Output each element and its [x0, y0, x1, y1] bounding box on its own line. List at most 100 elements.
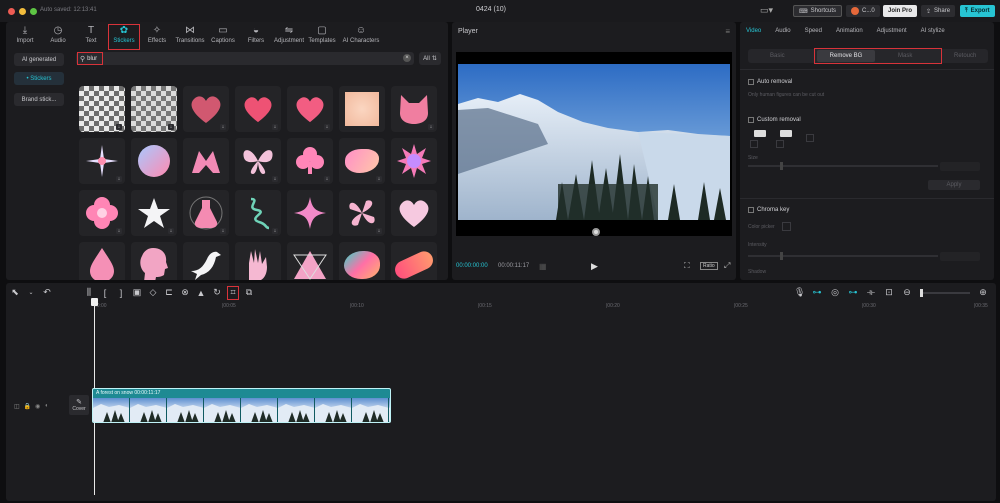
- undo-icon[interactable]: ↶: [42, 287, 52, 298]
- sticker-blob-pink[interactable]: ↓: [339, 138, 385, 184]
- sticker-heart-pink-1[interactable]: ↓: [183, 86, 229, 132]
- zoom-out-icon[interactable]: ⊖: [902, 287, 912, 298]
- tab-adjustment-props[interactable]: Adjustment: [877, 28, 907, 34]
- sticker-potion-bottle[interactable]: ↓: [183, 190, 229, 236]
- magnet-icon[interactable]: ⟛: [866, 287, 876, 298]
- crop-fullscreen-icon[interactable]: ⛶: [684, 261, 690, 271]
- split-icon[interactable]: ⫼: [84, 287, 94, 298]
- color-picker-swatch[interactable]: [782, 222, 791, 231]
- layout-icon[interactable]: ▭▾: [760, 5, 773, 16]
- sticker-capsule[interactable]: [391, 242, 437, 280]
- tab-video[interactable]: Video: [746, 28, 761, 34]
- sticker-head-profile[interactable]: [131, 242, 177, 280]
- share-button[interactable]: ⇪ Share: [921, 5, 956, 17]
- split-right-icon[interactable]: ]: [116, 288, 126, 298]
- subtab-basic[interactable]: Basic: [770, 53, 785, 59]
- preview-axis-icon[interactable]: ◎: [830, 287, 840, 298]
- size-slider[interactable]: [748, 162, 938, 170]
- fullscreen-icon[interactable]: ⤢: [724, 261, 730, 271]
- size-slider-handle[interactable]: [780, 162, 783, 170]
- search-input[interactable]: ⚲ blur: [77, 52, 103, 65]
- crop-icon[interactable]: ⌗: [227, 285, 239, 300]
- tab-animation[interactable]: Animation: [836, 28, 863, 34]
- brush-tool-icon[interactable]: [754, 130, 766, 137]
- delete-icon[interactable]: ▣: [132, 287, 142, 298]
- user-account-button[interactable]: C...0: [846, 5, 880, 17]
- tab-audio[interactable]: ◷ Audio: [43, 25, 73, 49]
- sticker-heart-lavender[interactable]: [391, 190, 437, 236]
- tab-transitions[interactable]: ⋈ Transitions: [175, 25, 205, 49]
- tool-option-icon[interactable]: [776, 140, 784, 148]
- sticker-checker-blur-2[interactable]: ↓: [131, 86, 177, 132]
- tab-speed[interactable]: Speed: [805, 28, 822, 34]
- track-thumbnail-icon[interactable]: ◫: [14, 403, 20, 410]
- subtab-remove-bg[interactable]: Remove BG: [817, 50, 875, 62]
- apply-button[interactable]: Apply: [928, 180, 980, 190]
- custom-removal-checkbox[interactable]: [748, 117, 754, 123]
- sticker-hand[interactable]: ↓: [235, 242, 281, 280]
- clear-search-icon[interactable]: ×: [403, 54, 411, 62]
- chroma-key-checkbox[interactable]: [748, 207, 754, 213]
- select-cursor-icon[interactable]: ⬉: [10, 287, 20, 298]
- tab-templates[interactable]: ▢ Templates: [307, 25, 337, 49]
- tab-filters[interactable]: ◒ Filters: [241, 25, 271, 49]
- sticker-sparkle-star[interactable]: ↓: [79, 138, 125, 184]
- export-button[interactable]: ⤒ Export: [960, 5, 995, 17]
- subtab-mask[interactable]: Mask: [898, 53, 912, 59]
- sidebar-item-brand-stickers[interactable]: Brand stick...: [14, 93, 64, 106]
- sticker-dove[interactable]: ↓: [183, 242, 229, 280]
- chevron-down-icon[interactable]: ⌄: [26, 289, 36, 296]
- filter-all-button[interactable]: All ⇅: [419, 52, 441, 65]
- sticker-droplet[interactable]: ↓: [79, 242, 125, 280]
- sticker-squiggle[interactable]: ↓: [235, 190, 281, 236]
- sticker-heart-hands[interactable]: [183, 138, 229, 184]
- rotate-handle[interactable]: [592, 228, 600, 236]
- sticker-cat-pink[interactable]: ↓: [391, 86, 437, 132]
- video-clip[interactable]: A forest on snow 00:00:11:17: [92, 388, 391, 423]
- tab-adjustment[interactable]: ⇋ Adjustment: [274, 25, 304, 49]
- size-value-input[interactable]: [940, 162, 980, 171]
- warning-icon[interactable]: ▲: [196, 288, 206, 298]
- lock-icon[interactable]: 🔒: [24, 403, 31, 410]
- intensity-value-input[interactable]: [940, 252, 980, 261]
- sticker-star-white[interactable]: ↓: [131, 190, 177, 236]
- auto-reframe-icon[interactable]: ⧉: [244, 287, 254, 298]
- sticker-pinwheel[interactable]: ↓: [339, 190, 385, 236]
- tab-ai-characters[interactable]: ☺ AI Characters: [340, 25, 382, 49]
- rotate-icon[interactable]: ↻: [212, 287, 222, 298]
- tool-option-icon[interactable]: [806, 134, 814, 142]
- cover-button[interactable]: ✎ Cover: [69, 395, 89, 415]
- tab-ai-stylize[interactable]: AI stylize: [921, 28, 945, 34]
- intensity-slider[interactable]: [748, 252, 938, 260]
- shortcuts-button[interactable]: ⌨ Shortcuts: [793, 5, 843, 17]
- erase-tool-icon[interactable]: [780, 130, 792, 137]
- timeline-view-icon[interactable]: ▦: [539, 262, 547, 271]
- split-left-icon[interactable]: [: [100, 288, 110, 298]
- project-name[interactable]: 0424 (10): [476, 6, 506, 13]
- tab-audio-props[interactable]: Audio: [775, 28, 790, 34]
- tab-text[interactable]: T Text: [76, 25, 106, 49]
- sidebar-item-stickers[interactable]: • Stickers: [14, 72, 64, 85]
- zoom-slider[interactable]: [920, 288, 970, 297]
- sticker-peach-square[interactable]: [339, 86, 385, 132]
- microphone-icon[interactable]: 🎙: [794, 287, 805, 298]
- link-icon[interactable]: ⊶: [812, 287, 822, 298]
- zoom-in-icon[interactable]: ⊕: [978, 287, 988, 298]
- caption-track-icon[interactable]: ⊡: [884, 287, 894, 298]
- sticker-four-point-star[interactable]: [287, 190, 333, 236]
- sticker-gradient-circle[interactable]: [131, 138, 177, 184]
- sticker-checker-blur-1[interactable]: ↓: [79, 86, 125, 132]
- video-canvas[interactable]: [456, 52, 732, 236]
- sticker-flower[interactable]: ↓: [79, 190, 125, 236]
- menu-icon[interactable]: ≡: [725, 27, 730, 36]
- intensity-slider-handle[interactable]: [780, 252, 783, 260]
- freeze-icon[interactable]: ◇: [148, 287, 158, 298]
- sidebar-item-ai-generated[interactable]: AI generated: [14, 53, 64, 66]
- play-icon[interactable]: ▶: [591, 261, 598, 272]
- tab-captions[interactable]: ▭ Captions: [208, 25, 238, 49]
- hide-icon[interactable]: ◉: [35, 403, 40, 410]
- tab-stickers[interactable]: ✿ Stickers: [108, 24, 140, 50]
- sticker-burst[interactable]: [391, 138, 437, 184]
- time-ruler[interactable]: 00:00 |00:05 |00:10 |00:15 |00:20 |00:25…: [94, 303, 990, 311]
- auto-removal-checkbox[interactable]: [748, 79, 754, 85]
